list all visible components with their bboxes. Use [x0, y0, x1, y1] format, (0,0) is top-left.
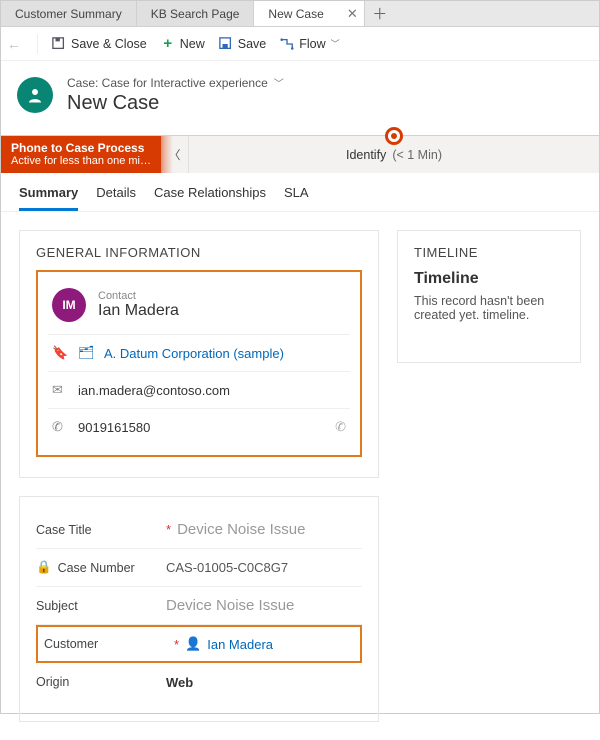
chevron-down-icon: ﹀: [274, 75, 284, 90]
save-close-label: Save & Close: [71, 37, 147, 51]
process-stage-identify[interactable]: Identify (< 1 Min): [189, 136, 599, 173]
customer-row: Customer * 👤 Ian Madera: [36, 625, 362, 663]
contact-label: Contact: [98, 290, 179, 302]
email-row: ✉ ian.madera@contoso.com: [48, 371, 350, 408]
case-number-value: CAS-01005-C0C8G7: [166, 560, 362, 575]
subject-row: Subject Device Noise Issue: [36, 587, 362, 625]
timeline-section-title: TIMELINE: [414, 245, 564, 260]
general-information-card: GENERAL INFORMATION IM Contact Ian Mader…: [19, 230, 379, 478]
contact-name[interactable]: Ian Madera: [98, 302, 179, 320]
subject-input[interactable]: Device Noise Issue: [166, 597, 362, 614]
tab-case-relationships[interactable]: Case Relationships: [154, 185, 266, 211]
subject-label: Subject: [36, 599, 166, 613]
call-icon[interactable]: ✆: [335, 419, 346, 435]
right-column: TIMELINE Timeline This record hasn't bee…: [397, 230, 581, 722]
timeline-empty-text: This record hasn't been created yet. tim…: [414, 294, 564, 322]
tab-details[interactable]: Details: [96, 185, 136, 211]
contact-highlight: IM Contact Ian Madera 🔖 🗂 A. Datum Corpo…: [36, 270, 362, 457]
tab-kb-search[interactable]: KB Search Page: [137, 1, 255, 26]
case-number-label-text: Case Number: [58, 561, 135, 575]
chevron-down-icon: ﹀: [331, 37, 340, 50]
flow-label: Flow: [299, 37, 325, 51]
contact-icon: 👤: [185, 636, 201, 652]
email-value[interactable]: ian.madera@contoso.com: [78, 383, 230, 398]
case-number-row: 🔒 Case Number CAS-01005-C0C8G7: [36, 549, 362, 587]
process-status: Active for less than one mi…: [11, 155, 151, 167]
stage-label: Identify: [346, 148, 386, 162]
command-bar: ← Save & Close + New Save Flow ﹀: [1, 27, 599, 61]
case-title-input[interactable]: Device Noise Issue: [177, 521, 362, 538]
required-marker: *: [174, 637, 179, 652]
customer-label: Customer: [44, 637, 174, 651]
origin-label: Origin: [36, 675, 166, 689]
timeline-title: Timeline: [414, 270, 564, 288]
timeline-card: TIMELINE Timeline This record hasn't bee…: [397, 230, 581, 363]
new-button[interactable]: + New: [161, 37, 205, 51]
save-button[interactable]: Save: [219, 37, 267, 51]
window-tabs: Customer Summary KB Search Page New Case…: [1, 1, 599, 27]
company-link[interactable]: A. Datum Corporation (sample): [104, 346, 284, 361]
phone-row: ✆ 9019161580 ✆: [48, 408, 350, 445]
form-tabs: Summary Details Case Relationships SLA: [1, 173, 599, 212]
contact-avatar: IM: [52, 288, 86, 322]
tab-summary[interactable]: Summary: [19, 185, 78, 211]
phone-value[interactable]: 9019161580: [78, 420, 150, 435]
add-tab-button[interactable]: ＋: [365, 1, 395, 26]
entity-avatar: [17, 77, 53, 113]
close-icon[interactable]: ✕: [347, 6, 358, 22]
tab-customer-summary[interactable]: Customer Summary: [1, 1, 137, 26]
separator: [37, 34, 38, 54]
breadcrumb-label: Case: Case for Interactive experience: [67, 76, 268, 90]
required-marker: *: [166, 522, 171, 537]
flow-button[interactable]: Flow ﹀: [280, 37, 339, 51]
business-process-bar: Phone to Case Process Active for less th…: [1, 135, 599, 173]
customer-lookup[interactable]: 👤 Ian Madera: [185, 636, 354, 652]
process-name: Phone to Case Process: [11, 142, 151, 155]
stage-time: (< 1 Min): [392, 148, 442, 162]
customer-value: Ian Madera: [207, 637, 273, 652]
case-title-row: Case Title * Device Noise Issue: [36, 511, 362, 549]
flow-icon: [280, 37, 294, 51]
form-body: GENERAL INFORMATION IM Contact Ian Mader…: [1, 212, 599, 740]
lock-icon: 🔒: [36, 560, 52, 575]
tab-label: New Case: [268, 7, 323, 21]
save-label: Save: [238, 37, 267, 51]
left-column: GENERAL INFORMATION IM Contact Ian Mader…: [19, 230, 379, 722]
save-icon: [219, 37, 233, 51]
contact-summary: IM Contact Ian Madera: [48, 282, 350, 334]
target-icon: [385, 127, 403, 145]
origin-value[interactable]: Web: [166, 675, 362, 690]
breadcrumb[interactable]: Case: Case for Interactive experience ﹀: [67, 75, 284, 90]
tab-sla[interactable]: SLA: [284, 185, 309, 211]
plus-icon: +: [161, 37, 175, 51]
save-close-button[interactable]: Save & Close: [52, 37, 147, 51]
page-title: New Case: [67, 92, 284, 115]
mail-icon: ✉: [52, 382, 68, 398]
company-row: 🔖 🗂 A. Datum Corporation (sample): [48, 334, 350, 371]
card-title: GENERAL INFORMATION: [36, 245, 362, 260]
bookmark-icon: 🔖: [52, 345, 68, 361]
case-title-label: Case Title: [36, 523, 166, 537]
new-label: New: [180, 37, 205, 51]
process-header[interactable]: Phone to Case Process Active for less th…: [1, 136, 161, 173]
tab-new-case[interactable]: New Case ✕: [254, 1, 364, 26]
case-fields-card: Case Title * Device Noise Issue 🔒 Case N…: [19, 496, 379, 722]
account-icon: 🗂: [78, 345, 94, 361]
save-close-icon: [52, 37, 66, 51]
origin-row: Origin Web: [36, 663, 362, 701]
phone-icon: ✆: [52, 419, 68, 435]
record-header: Case: Case for Interactive experience ﹀ …: [1, 61, 599, 135]
case-number-label: 🔒 Case Number: [36, 560, 166, 575]
back-icon[interactable]: ←: [7, 36, 23, 52]
